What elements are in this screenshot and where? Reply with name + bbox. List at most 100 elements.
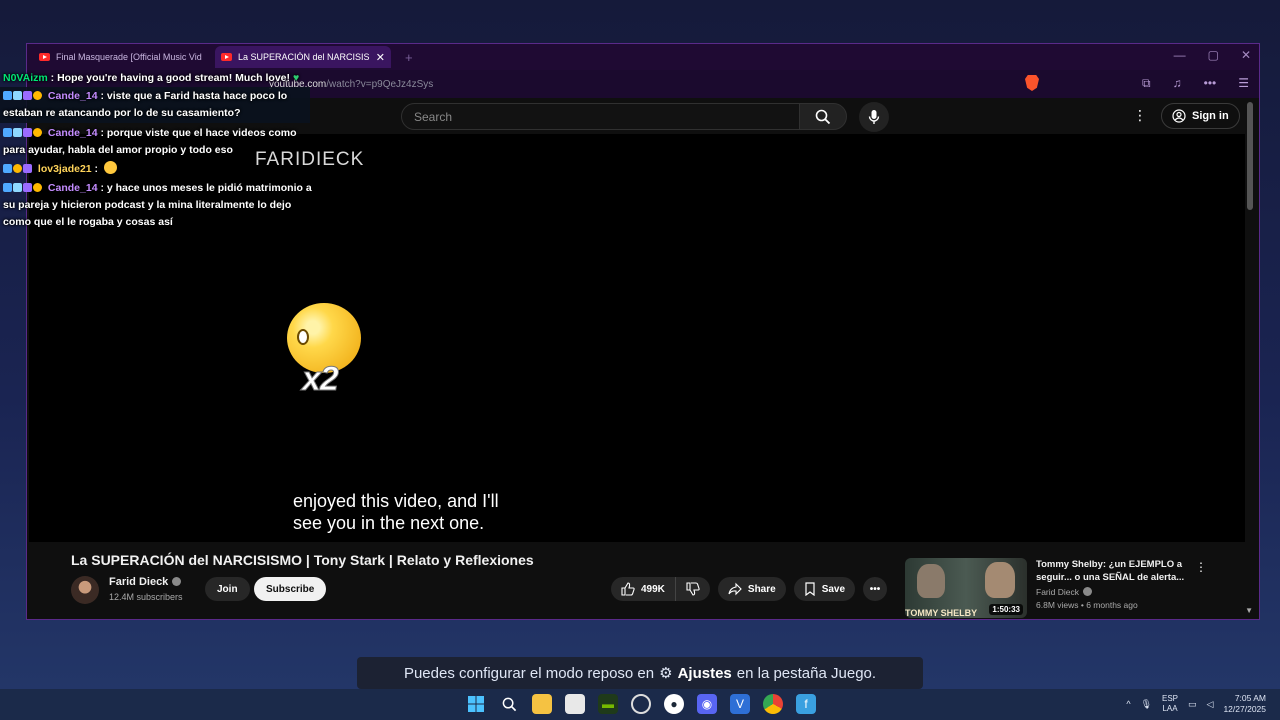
voice-search-button[interactable] [859,102,889,132]
more-horizontal-icon: ••• [869,583,881,595]
media-icon[interactable]: ♫ [1173,76,1182,91]
nvidia-icon[interactable]: ▬ [598,694,618,714]
account-icon [1172,109,1186,123]
tray-overflow-icon[interactable]: ^ [1126,699,1130,709]
badge-icon [13,91,22,100]
badge-icon [33,183,42,192]
tab-title: Final Masquerade [Official Music Vid [56,52,202,62]
clock[interactable]: 7:05 AM 12/27/2025 [1223,693,1266,715]
microphone-icon[interactable]: 🎙 [1141,699,1152,710]
steam-icon[interactable]: ● [664,694,684,714]
video-caption: enjoyed this video, and I'll see you in … [293,491,499,533]
gear-icon: ⚙ [659,665,673,682]
discord-icon[interactable]: ◉ [697,694,717,714]
dislike-button[interactable] [675,577,710,601]
tab-narcisismo[interactable]: La SUPERACIÓN del NARCISISMO ✕ [215,46,391,68]
chat-username: Cande_14 [47,90,98,102]
keyboard-layout: LAA [1162,704,1178,713]
chat-username: N0VAizm [3,72,48,84]
tab-final-masquerade[interactable]: Final Masquerade [Official Music Vid [33,46,209,68]
clock-time: 7:05 AM [1234,693,1266,703]
tab-title: La SUPERACIÓN del NARCISISMO [238,52,370,62]
like-button[interactable]: 499K [611,577,676,601]
stream-chat-overlay: N0VAizm : Hope you're having a good stre… [0,70,312,231]
language-code: ESP [1162,694,1179,703]
search-icon[interactable] [499,694,519,714]
sign-in-label: Sign in [1192,110,1229,122]
save-button[interactable]: Save [793,577,856,601]
close-window-button[interactable]: ✕ [1241,48,1251,62]
toast-suffix: en la pestaña Juego. [736,664,877,682]
menu-icon[interactable]: ☰ [1238,76,1249,91]
youtube-icon [221,53,232,61]
badge-icon [33,128,42,137]
subscribe-button[interactable]: Subscribe [254,577,327,601]
badge-icon [13,164,22,173]
file-explorer-icon[interactable] [532,694,552,714]
join-button[interactable]: Join [205,577,250,601]
emote-multiplier: x2 [302,360,340,399]
recommended-channel[interactable]: Farid Dieck [1036,587,1092,597]
settings-menu-icon[interactable]: ⋮ [1133,107,1147,124]
chat-badges [3,91,42,100]
scroll-down-arrow-icon[interactable]: ▼ [1245,606,1253,615]
recommended-title[interactable]: Tommy Shelby: ¿un EJEMPLO a seguir... o … [1036,558,1192,584]
start-windows-icon[interactable] [466,694,486,714]
save-label: Save [821,583,846,595]
chat-badges [3,164,32,173]
badge-icon [13,128,22,137]
chat-message: lov3jade21 : [0,161,312,178]
taskbar: ▬ ● ◉ V f ^ 🎙 ESP LAA ▭ ◁ 7:05 AM 12/27/… [0,689,1280,720]
obs-icon[interactable] [631,694,651,714]
chrome-icon[interactable] [763,694,783,714]
badge-icon [23,183,32,192]
recommended-video[interactable]: TOMMY SHELBY 1:50:33 Tommy Shelby: ¿un E… [905,558,1235,618]
picture-in-picture-icon[interactable]: ⧉ [1142,76,1151,91]
thumbs-up-icon [621,582,635,596]
recommended-thumbnail[interactable]: TOMMY SHELBY 1:50:33 [905,558,1027,618]
game-bar-notification: Puedes configurar el modo reposo en ⚙ Aj… [357,657,923,689]
badge-icon [23,128,32,137]
thumbnail-text: TOMMY SHELBY [905,608,978,618]
chat-message: Cande_14 : porque viste que el hace vide… [0,125,312,159]
volume-icon[interactable]: ◁ [1207,699,1214,710]
store-icon[interactable] [565,694,585,714]
badge-icon [3,91,12,100]
badge-icon [33,91,42,100]
vpn-icon[interactable]: V [730,694,750,714]
chat-text: : [94,163,99,175]
chat-message: N0VAizm : Hope you're having a good stre… [0,70,312,87]
share-icon [728,582,742,596]
badge-icon [3,183,12,192]
video-title: La SUPERACIÓN del NARCISISMO | Tony Star… [71,552,534,568]
sign-in-button[interactable]: Sign in [1161,103,1240,129]
close-tab-icon[interactable]: ✕ [376,51,385,64]
thumbs-down-icon [686,582,700,596]
search-icon [815,109,831,124]
page-scrollbar[interactable] [1247,102,1253,210]
app-icon[interactable]: f [796,694,816,714]
language-indicator[interactable]: ESP LAA [1162,694,1178,714]
verified-icon [172,577,182,586]
chat-badges [3,183,42,192]
tab-strip: Final Masquerade [Official Music Vid La … [27,44,1259,70]
channel-avatar[interactable] [71,576,99,604]
minimize-button[interactable]: — [1174,48,1186,62]
share-button[interactable]: Share [717,577,786,601]
more-actions-button[interactable]: ••• [863,577,888,601]
maximize-button[interactable]: ▢ [1208,48,1219,62]
microphone-icon [868,110,880,124]
search-input[interactable]: Search [401,103,801,130]
recommended-menu-icon[interactable]: ⋮ [1195,560,1207,574]
network-icon[interactable]: ▭ [1188,699,1197,710]
toast-prefix: Puedes configurar el modo reposo en [403,664,655,682]
search-button[interactable] [799,103,847,130]
extensions-icon[interactable]: ••• [1204,76,1217,91]
like-count: 499K [641,583,665,595]
channel-name-link[interactable]: Farid Dieck [109,576,182,588]
new-tab-button[interactable]: + [405,50,413,65]
chat-badges [3,128,42,137]
brave-shields-icon[interactable] [1025,75,1039,91]
emoji-icon [103,161,117,174]
recommended-channel-name: Farid Dieck [1036,587,1079,597]
